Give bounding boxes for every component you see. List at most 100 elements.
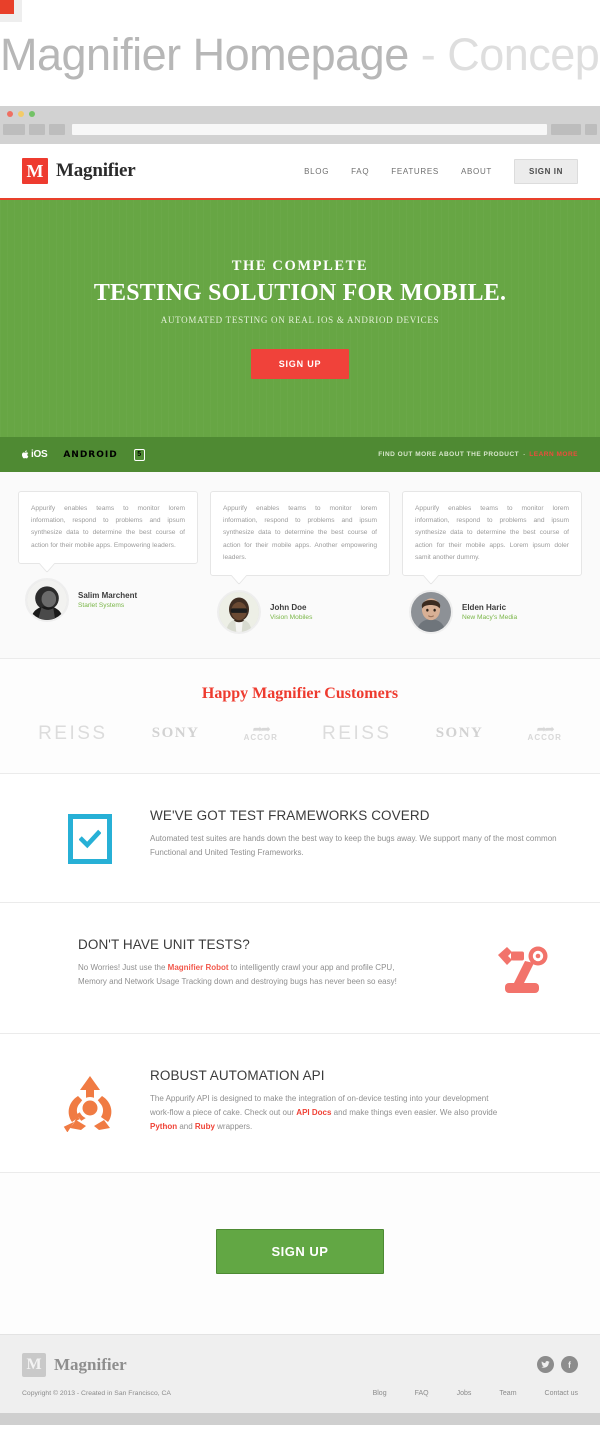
ios-badge: iOS bbox=[22, 449, 48, 460]
testimonial-identity: John Doe Vision Mobiles bbox=[270, 603, 312, 621]
testimonial-person: John Doe Vision Mobiles bbox=[210, 589, 390, 634]
robot-arm-icon bbox=[498, 946, 548, 993]
footer-link-team[interactable]: Team bbox=[499, 1390, 516, 1397]
feature-title: WE'VE GOT TEST FRAMEWORKS COVERD bbox=[150, 807, 430, 823]
footer-link-jobs[interactable]: Jobs bbox=[457, 1390, 472, 1397]
check-icon bbox=[79, 829, 101, 849]
avatar bbox=[409, 589, 453, 634]
footer-nav: Blog FAQ Jobs Team Contact us bbox=[373, 1390, 578, 1397]
feature-text: WE'VE GOT TEST FRAMEWORKS COVERD Automat… bbox=[150, 808, 570, 860]
feature-body: No Worries! Just use the Magnifier Robot… bbox=[78, 961, 423, 989]
hero-signup-button[interactable]: SIGN UP bbox=[250, 349, 350, 379]
platform-cta: FIND OUT MORE ABOUT THE PRODUCT - LEARN … bbox=[378, 451, 578, 458]
testimonial-company: New Macy's Media bbox=[462, 613, 518, 621]
page-title: Magnifier Homepage - Concept 1 bbox=[0, 24, 600, 86]
automation-api-icon bbox=[63, 1075, 112, 1132]
logo-sony: SONY bbox=[435, 725, 484, 742]
footer-brand[interactable]: M Magnifier bbox=[22, 1352, 127, 1377]
browser-extra-button[interactable] bbox=[551, 123, 581, 135]
html5-icon: 5 bbox=[133, 448, 145, 461]
browser-menu-button[interactable] bbox=[585, 123, 597, 135]
testimonial-identity: Elden Haric New Macy's Media bbox=[462, 603, 517, 621]
brand-logo[interactable]: M Magnifier bbox=[22, 158, 136, 184]
signup-band: SIGN UP bbox=[0, 1172, 600, 1335]
footer-link-blog[interactable]: Blog bbox=[373, 1390, 387, 1397]
api-docs-link[interactable]: API Docs bbox=[296, 1108, 331, 1117]
facebook-icon[interactable] bbox=[561, 1356, 578, 1374]
window-controls bbox=[7, 111, 35, 117]
testimonial-name: Salim Marchent bbox=[78, 590, 138, 600]
footer-brand-mark-icon: M bbox=[22, 1352, 46, 1377]
feature-body-text: No Worries! Just use the bbox=[78, 962, 168, 972]
nav-item-faq[interactable]: FAQ bbox=[351, 167, 369, 176]
nav-item-features[interactable]: FEATURES bbox=[391, 167, 439, 176]
checkbox-icon bbox=[68, 813, 112, 864]
testimonial-quote: Appurify enables teams to monitor lorem … bbox=[210, 491, 390, 576]
platform-badges: iOS ANDROID 5 bbox=[22, 448, 145, 461]
feature-body-text-4: wrappers. bbox=[214, 1121, 253, 1131]
testimonial-company: Starlet Systems bbox=[78, 601, 125, 609]
testimonial-company: Vision Mobiles bbox=[270, 613, 313, 621]
testimonial-identity: Salim Marchent Starlet Systems bbox=[78, 591, 137, 609]
python-link[interactable]: Python bbox=[150, 1122, 177, 1131]
social-links bbox=[537, 1356, 578, 1374]
copyright-text: Copyright © 2013 - Created in San Franci… bbox=[22, 1389, 171, 1397]
signup-button-large[interactable]: SIGN UP bbox=[216, 1228, 384, 1274]
apple-icon bbox=[22, 450, 29, 459]
logo-sony: SONY bbox=[151, 725, 200, 742]
magnifier-robot-link[interactable]: Magnifier Robot bbox=[168, 963, 229, 972]
nav-item-blog[interactable]: BLOG bbox=[304, 167, 329, 176]
back-button[interactable] bbox=[3, 123, 25, 135]
logo-accor: ➦➦ ACCOR bbox=[243, 723, 278, 743]
accor-bird-icon: ➦➦ bbox=[536, 722, 555, 737]
browser-bookmarks-bar bbox=[0, 137, 600, 144]
page-title-sub: - Concept 1 bbox=[420, 29, 600, 80]
feature-body-text-2: and make things even easier. We also pro… bbox=[331, 1107, 498, 1117]
ruby-link[interactable]: Ruby bbox=[195, 1122, 215, 1131]
footer-link-contact[interactable]: Contact us bbox=[545, 1390, 578, 1397]
close-icon[interactable] bbox=[7, 111, 13, 117]
sign-in-button[interactable]: SIGN IN bbox=[514, 158, 578, 184]
twitter-glyph bbox=[541, 1361, 550, 1369]
site-footer: M Magnifier Copyright © 2013 - Created i… bbox=[0, 1334, 600, 1413]
avatar-photo-icon bbox=[411, 591, 451, 632]
feature-body: The Appurify API is designed to make the… bbox=[150, 1092, 502, 1134]
footer-bottom-edge bbox=[0, 1412, 600, 1425]
hero-content: THE COMPLETE TESTING SOLUTION FOR MOBILE… bbox=[94, 258, 506, 379]
reload-button[interactable] bbox=[49, 123, 65, 135]
logo-accor: ➦➦ ACCOR bbox=[527, 722, 562, 743]
platform-strip: iOS ANDROID 5 FIND OUT MORE ABOUT THE PR… bbox=[0, 437, 600, 472]
customer-logo-row: REISS SONY ➦➦ ACCOR REISS SONY ➦➦ ACCOR bbox=[0, 723, 600, 745]
footer-link-faq[interactable]: FAQ bbox=[415, 1390, 429, 1397]
footer-bottom-row: Copyright © 2013 - Created in San Franci… bbox=[22, 1390, 578, 1397]
browser-window: M Magnifier BLOG FAQ FEATURES ABOUT SIGN… bbox=[0, 106, 600, 1425]
feature-unit-tests: DON'T HAVE UNIT TESTS? No Worries! Just … bbox=[0, 903, 600, 1034]
android-label: ANDROID bbox=[63, 449, 118, 460]
testimonial-person: Elden Haric New Macy's Media bbox=[402, 589, 582, 634]
testimonial-quote: Appurify enables teams to monitor lorem … bbox=[402, 491, 582, 576]
address-bar[interactable] bbox=[72, 123, 547, 135]
forward-button[interactable] bbox=[29, 123, 45, 135]
logo-accor-label: ACCOR bbox=[527, 733, 562, 743]
feature-text: ROBUST AUTOMATION API The Appurify API i… bbox=[150, 1068, 570, 1134]
facebook-glyph bbox=[568, 1361, 571, 1369]
maximize-icon[interactable] bbox=[29, 111, 35, 117]
hero-section: THE COMPLETE TESTING SOLUTION FOR MOBILE… bbox=[0, 200, 600, 437]
testimonial-quote: Appurify enables teams to monitor lorem … bbox=[18, 491, 198, 564]
nav-item-about[interactable]: ABOUT bbox=[461, 167, 492, 176]
feature-text: DON'T HAVE UNIT TESTS? No Worries! Just … bbox=[30, 937, 474, 989]
testimonial-person: Salim Marchent Starlet Systems bbox=[18, 577, 198, 622]
avatar bbox=[217, 589, 261, 634]
twitter-icon[interactable] bbox=[537, 1356, 554, 1374]
platform-note: FIND OUT MORE ABOUT THE PRODUCT bbox=[378, 451, 520, 458]
hero-kicker: THE COMPLETE bbox=[231, 258, 369, 274]
testimonial-card: Appurify enables teams to monitor lorem … bbox=[210, 491, 390, 634]
feature-body-text-3: and bbox=[177, 1121, 195, 1131]
learn-more-link[interactable]: LEARN MORE bbox=[529, 451, 578, 458]
logo-reiss: REISS bbox=[322, 722, 392, 744]
minimize-icon[interactable] bbox=[18, 111, 24, 117]
ios-label: iOS bbox=[31, 449, 48, 460]
brand-name: Magnifier bbox=[56, 160, 136, 181]
testimonials-section: Appurify enables teams to monitor lorem … bbox=[0, 472, 600, 659]
logo-accor-label: ACCOR bbox=[243, 733, 278, 743]
